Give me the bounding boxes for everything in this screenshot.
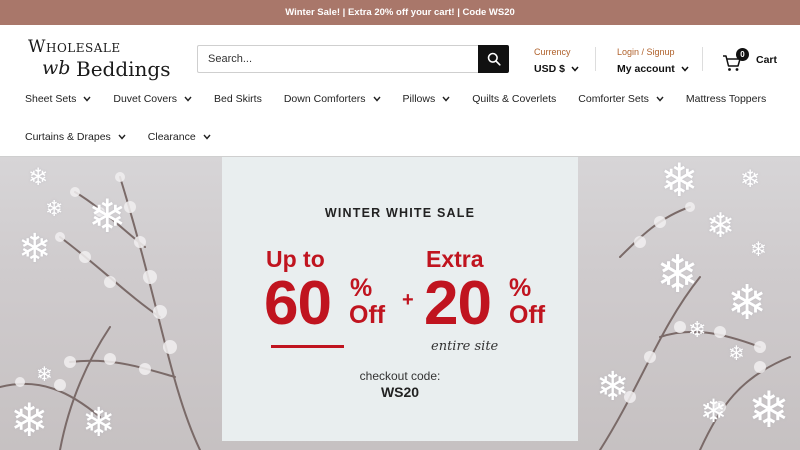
nav-item-bed-skirts[interactable]: Bed Skirts: [214, 93, 262, 105]
snowflake-icon: ❄: [10, 393, 49, 447]
main-nav-row2: Curtains & Drapes Clearance: [25, 131, 233, 143]
nav-item-pillows[interactable]: Pillows: [403, 93, 451, 105]
right-discount-number: 20: [424, 269, 492, 338]
account-menu[interactable]: Login / Signup My account: [617, 47, 697, 75]
snowflake-icon: ❄: [82, 400, 116, 446]
sale-title: WINTER WHITE SALE: [324, 206, 476, 220]
snowflake-icon: ❄: [36, 362, 53, 386]
nav-label: Bed Skirts: [213, 93, 262, 105]
right-off-text: Off: [509, 301, 546, 329]
account-value: My account: [617, 63, 675, 75]
nav-label: Quilts & Coverlets: [472, 93, 557, 105]
currency-label: Currency: [534, 47, 571, 57]
snowflake-icon: ❄: [706, 206, 735, 246]
plus-sign: +: [402, 289, 414, 311]
nav-label: Pillows: [402, 93, 436, 105]
chevron-down-icon: [681, 66, 689, 72]
chevron-down-icon: [442, 96, 450, 102]
announcement-text: Winter Sale! | Extra 20% off your cart! …: [285, 7, 515, 18]
nav-item-duvet-covers[interactable]: Duvet Covers: [113, 93, 192, 105]
chevron-down-icon: [571, 66, 579, 72]
sale-panel: WINTER WHITE SALE Up to Extra 60 % Off +…: [222, 157, 578, 441]
snowflake-icon: ❄: [700, 392, 727, 430]
snowflake-icon: ❄: [688, 318, 707, 343]
nav-label: Sheet Sets: [25, 93, 77, 105]
snowflake-icon: ❄: [748, 381, 790, 439]
snowflake-icon: ❄: [656, 245, 700, 305]
hero-banner[interactable]: ❄ ❄ ❄ ❄ ❄ ❄ ❄ ❄ ❄ ❄ ❄ ❄ ❄ ❄ ❄ ❄ ❄ ❄ WINT…: [0, 157, 800, 450]
snowflake-icon: ❄: [660, 157, 699, 207]
cart-label: Cart: [756, 54, 778, 66]
nav-item-clearance[interactable]: Clearance: [148, 131, 211, 143]
snowflake-icon: ❄: [728, 341, 745, 365]
chevron-down-icon: [83, 96, 91, 102]
checkout-code: WS20: [380, 384, 420, 400]
currency-value: USD $: [534, 63, 565, 75]
nav-item-sheet-sets[interactable]: Sheet Sets: [25, 93, 91, 105]
cart-count-badge: 0: [736, 48, 749, 61]
search-bar: [197, 45, 509, 73]
logo-wb-mark: wb: [42, 57, 71, 79]
chevron-down-icon: [118, 134, 126, 140]
underline-accent: [271, 345, 344, 348]
snowflake-icon: ❄: [28, 163, 49, 191]
chevron-down-icon: [203, 134, 211, 140]
site-logo[interactable]: Wholesale wb Beddings: [28, 37, 173, 85]
nav-item-quilts-coverlets[interactable]: Quilts & Coverlets: [472, 93, 556, 105]
entire-site-text: entire site: [431, 339, 499, 354]
snowflake-icon: ❄: [45, 197, 64, 222]
nav-item-curtains-drapes[interactable]: Curtains & Drapes: [25, 131, 126, 143]
left-percent-sign: %: [350, 274, 373, 302]
snowflake-icon: ❄: [750, 237, 767, 261]
logo-line2: Beddings: [76, 57, 171, 81]
snowflake-icon: ❄: [596, 364, 630, 410]
announcement-bar: Winter Sale! | Extra 20% off your cart! …: [0, 0, 800, 25]
right-percent-sign: %: [509, 274, 532, 302]
search-input[interactable]: [197, 45, 478, 73]
nav-item-down-comforters[interactable]: Down Comforters: [284, 93, 381, 105]
nav-label: Comforter Sets: [578, 93, 649, 105]
main-nav-row1: Sheet Sets Duvet Covers Bed Skirts Down …: [25, 93, 788, 105]
snowflake-icon: ❄: [18, 226, 52, 272]
nav-label: Duvet Covers: [113, 93, 177, 105]
account-label: Login / Signup: [617, 47, 675, 57]
site-header: Wholesale wb Beddings Currency USD $ Log…: [0, 25, 800, 157]
snowflake-icon: ❄: [740, 165, 761, 193]
checkout-code-label: checkout code:: [359, 369, 441, 383]
search-button[interactable]: [478, 45, 509, 73]
nav-item-mattress-toppers[interactable]: Mattress Toppers: [686, 93, 766, 105]
divider: [595, 47, 596, 71]
left-off-text: Off: [349, 301, 386, 329]
nav-label: Mattress Toppers: [685, 93, 767, 105]
cart-button[interactable]: 0 Cart: [722, 48, 782, 74]
snowflake-icon: ❄: [727, 275, 768, 331]
nav-label: Curtains & Drapes: [25, 131, 111, 143]
nav-item-comforter-sets[interactable]: Comforter Sets: [578, 93, 664, 105]
divider: [702, 47, 703, 71]
left-discount-number: 60: [264, 269, 332, 338]
nav-label: Clearance: [147, 131, 196, 143]
nav-label: Down Comforters: [283, 93, 366, 105]
chevron-down-icon: [656, 96, 664, 102]
chevron-down-icon: [184, 96, 192, 102]
chevron-down-icon: [373, 96, 381, 102]
currency-selector[interactable]: Currency USD $: [534, 47, 594, 75]
logo-line1: Wholesale: [28, 37, 121, 57]
snowflake-icon: ❄: [88, 189, 127, 243]
search-icon: [487, 52, 501, 66]
